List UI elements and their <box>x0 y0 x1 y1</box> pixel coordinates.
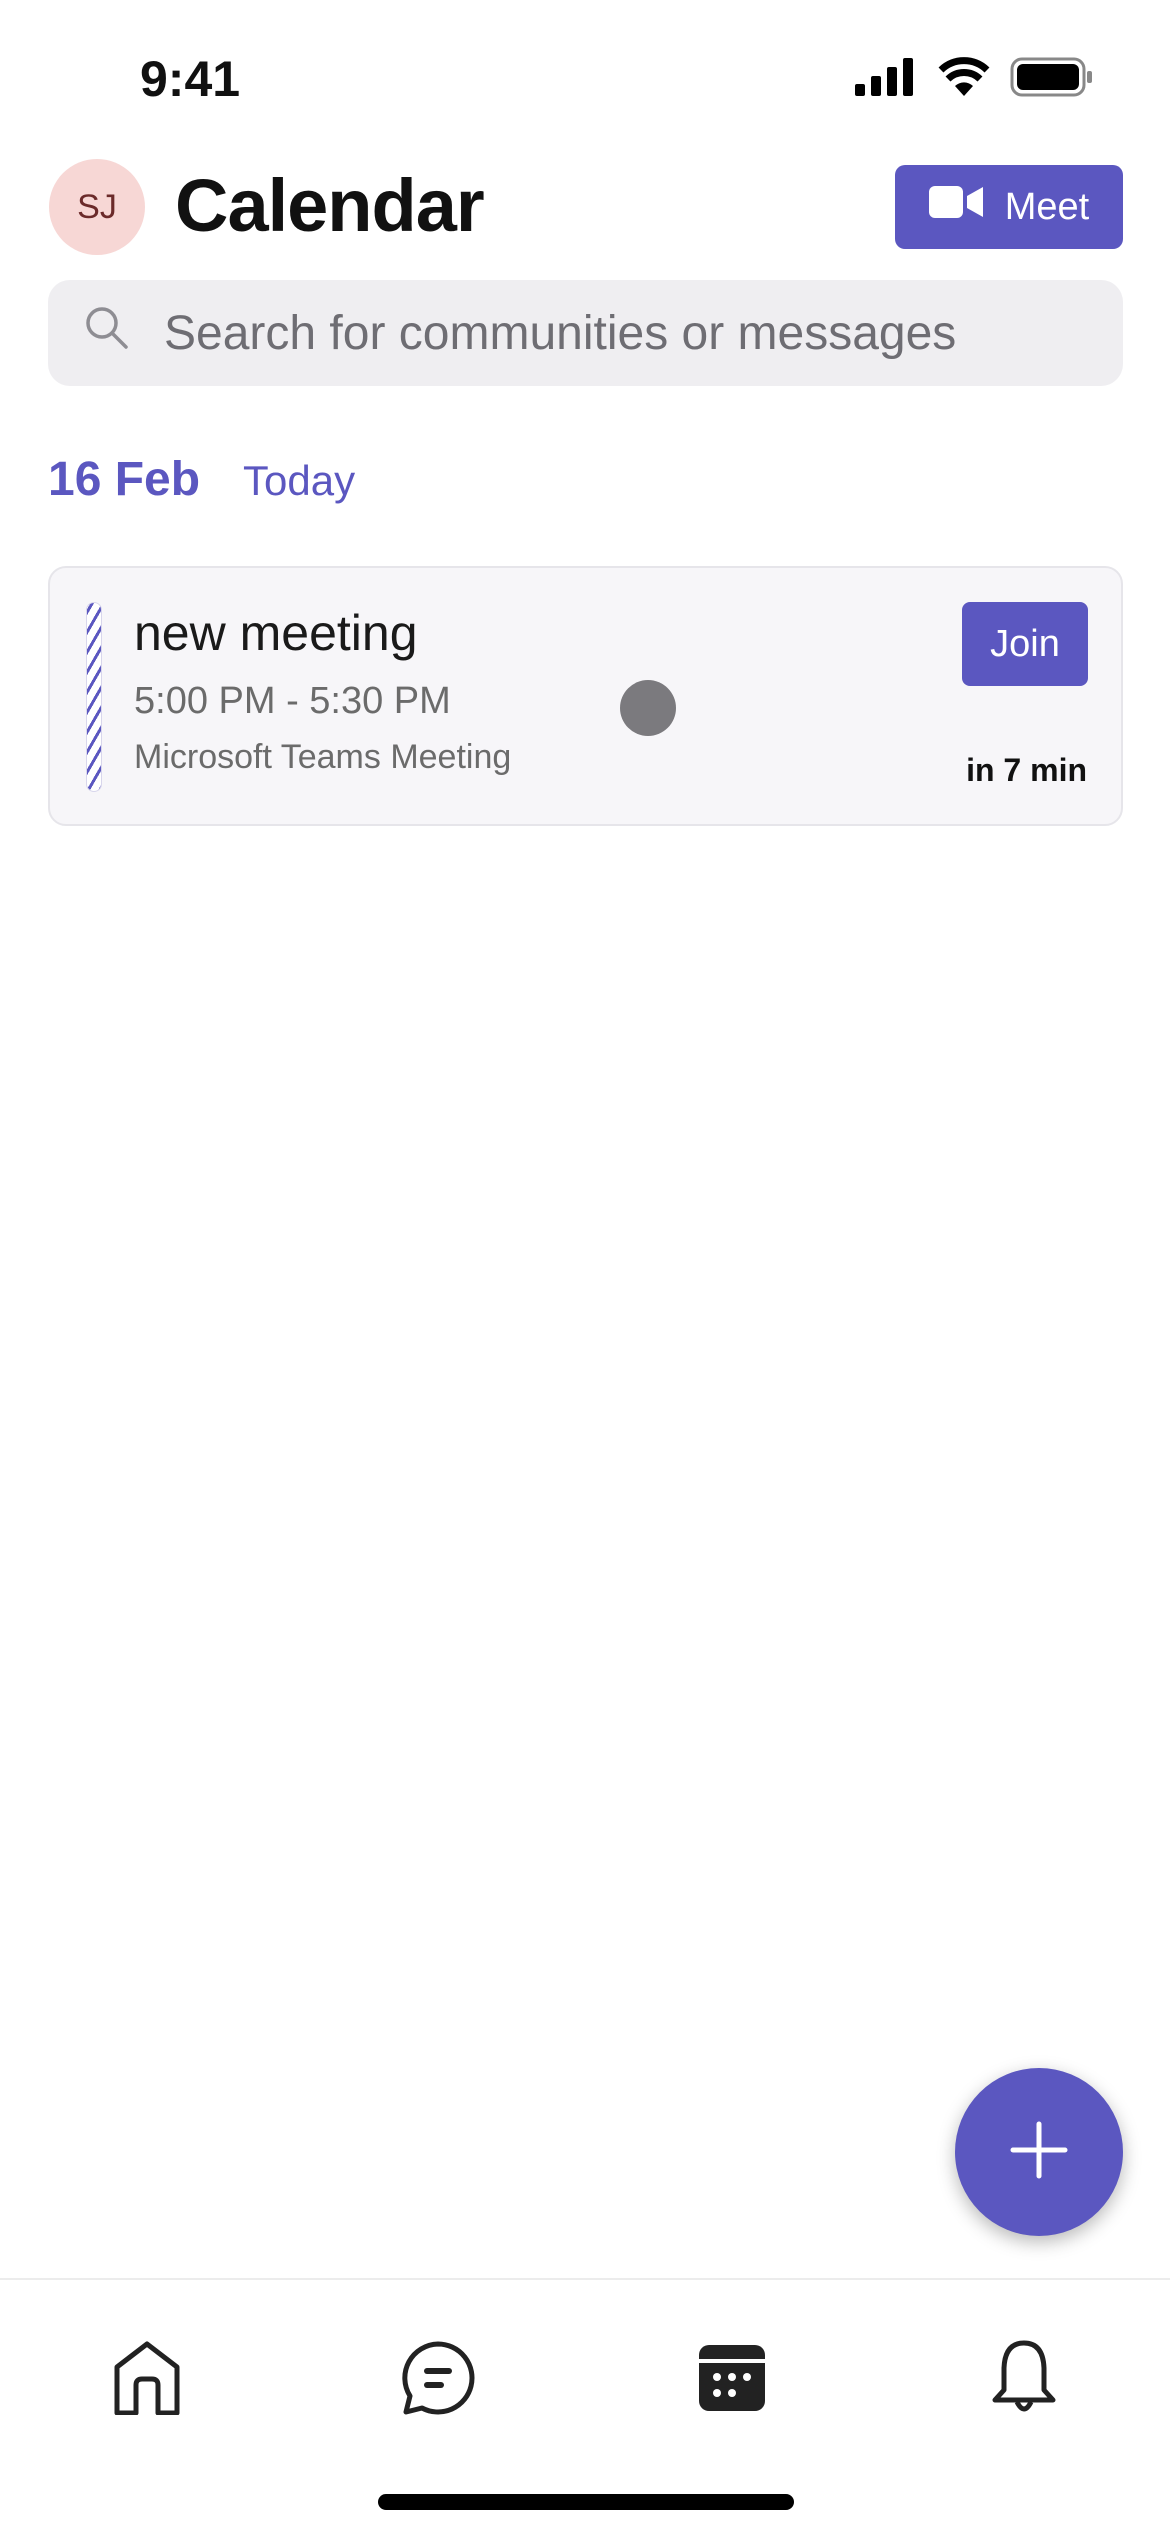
nav-home[interactable] <box>97 2330 197 2430</box>
page-title: Calendar <box>175 164 485 247</box>
plus-icon <box>1009 2120 1069 2185</box>
search-input[interactable]: Search for communities or messages <box>48 280 1123 386</box>
today-label: Today <box>243 457 356 504</box>
meet-label: Meet <box>1004 185 1090 228</box>
bell-icon <box>991 2340 1057 2421</box>
search-placeholder: Search for communities or messages <box>164 306 957 360</box>
nav-notifications[interactable] <box>974 2330 1074 2430</box>
touch-indicator <box>620 680 676 736</box>
chat-icon <box>400 2340 476 2421</box>
video-camera-icon <box>928 184 983 230</box>
nav-chat[interactable] <box>388 2330 488 2430</box>
home-indicator[interactable] <box>378 2494 794 2510</box>
search-icon <box>84 305 128 361</box>
join-button[interactable]: Join <box>962 602 1088 686</box>
nav-calendar[interactable] <box>682 2330 782 2430</box>
signal-icon <box>855 58 917 101</box>
date-heading: 16 Feb <box>48 453 201 506</box>
event-card[interactable]: new meeting 5:00 PM - 5:30 PM Microsoft … <box>48 566 1123 826</box>
wifi-icon <box>938 56 990 101</box>
battery-icon <box>1010 57 1094 102</box>
new-event-button[interactable] <box>955 2068 1123 2236</box>
event-location: Microsoft Teams Meeting <box>134 738 512 776</box>
meet-button[interactable]: Meet <box>895 165 1123 249</box>
event-title: new meeting <box>134 605 418 661</box>
event-time: 5:00 PM - 5:30 PM <box>134 680 451 722</box>
calendar-icon <box>699 2344 765 2416</box>
home-icon <box>112 2341 182 2420</box>
avatar[interactable]: SJ <box>49 159 145 255</box>
status-time: 9:41 <box>140 51 241 107</box>
event-color-stripe <box>86 602 102 792</box>
event-countdown: in 7 min <box>966 752 1087 788</box>
